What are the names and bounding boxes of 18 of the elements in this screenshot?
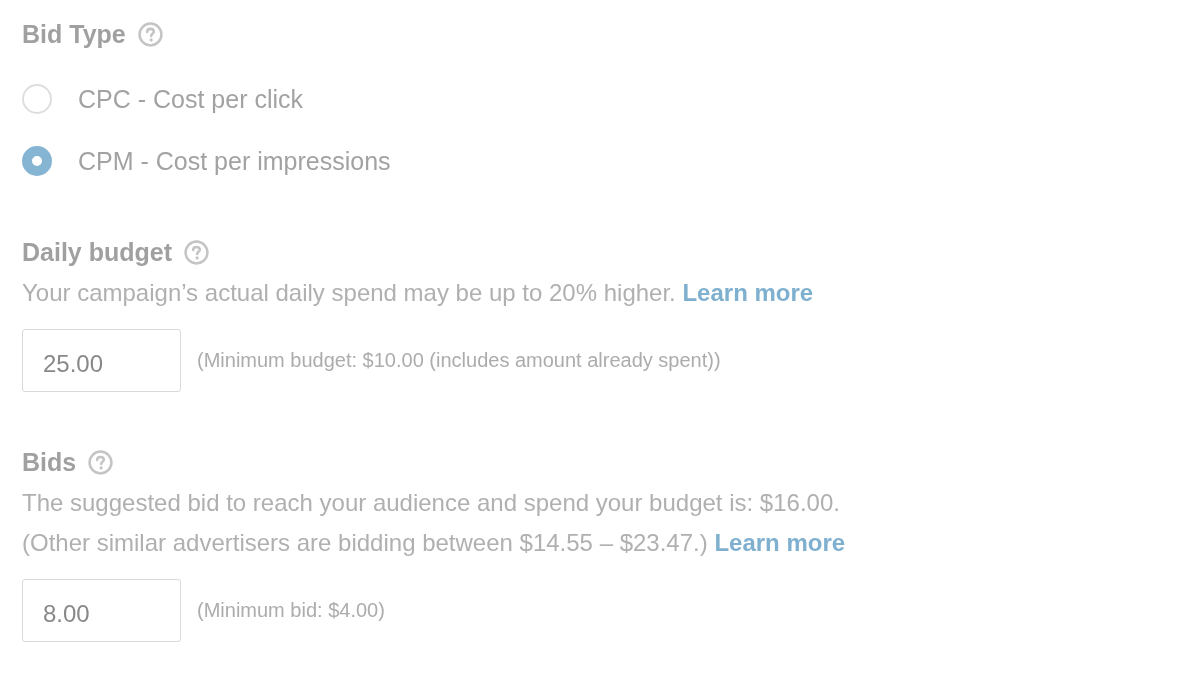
section-title: Daily budget — [22, 237, 172, 268]
help-icon[interactable] — [184, 240, 209, 265]
input-field[interactable]: 25.00 — [22, 329, 181, 392]
description-text: Your campaign’s actual daily spend may be up to 20% higher. Learn more — [22, 278, 815, 308]
section-title: Bid Type — [22, 19, 126, 50]
hint-text: (Minimum bid: $4.00) — [197, 599, 385, 622]
learn-more-link[interactable]: Learn more — [682, 279, 814, 306]
learn-more-link[interactable]: Learn more — [714, 529, 846, 556]
description-text: The suggested bid to reach your audience and spend your budget is: $16.00. (Other similar advertisers are bidding between $14.55 – $23.47.) Learn more — [22, 488, 847, 558]
help-icon[interactable] — [88, 450, 114, 475]
radio-label[interactable]: CPM - Cost per impressions — [78, 146, 391, 176]
help-icon[interactable] — [137, 22, 163, 47]
section-title: Bids — [22, 447, 77, 478]
radio-button[interactable] — [22, 84, 52, 114]
input-field[interactable]: 8.00 — [22, 579, 181, 642]
hint-text: (Minimum budget: $10.00 (includes amount already spent)) — [197, 349, 721, 372]
radio-label[interactable]: CPC - Cost per click — [78, 84, 304, 114]
radio-button[interactable] — [22, 146, 52, 176]
